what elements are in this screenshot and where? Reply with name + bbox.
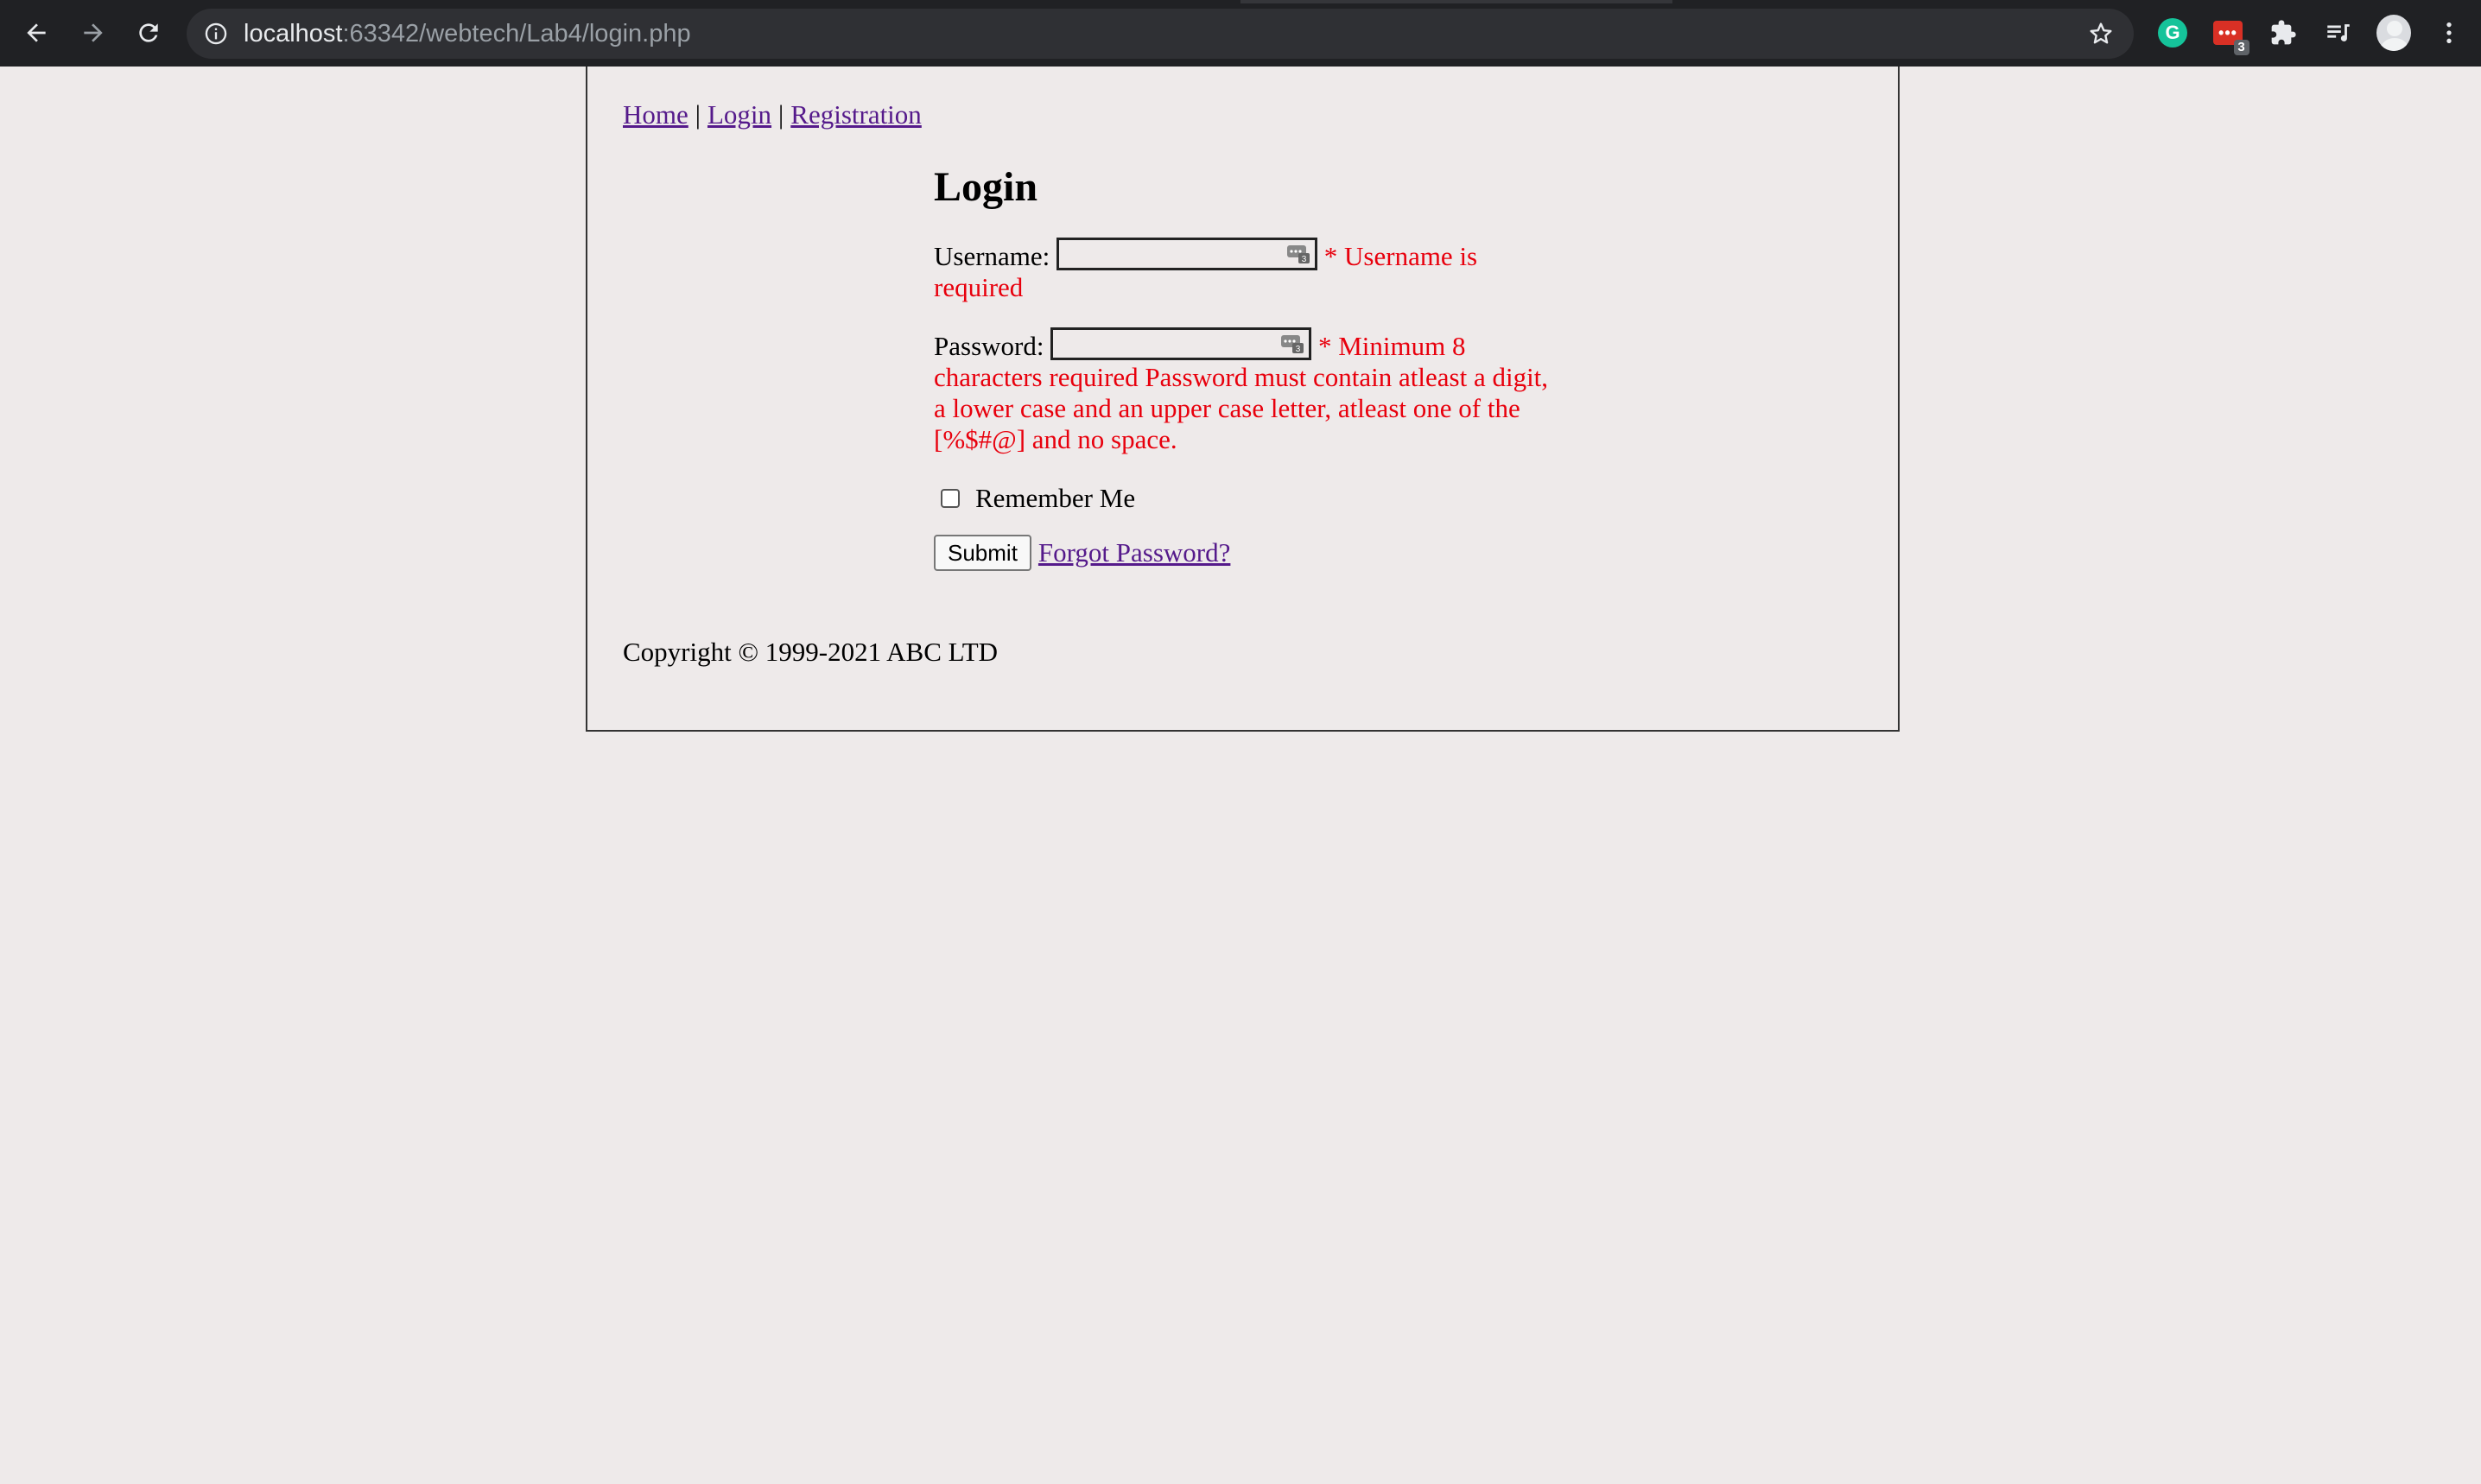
url-path: :63342/webtech/Lab4/login.php (342, 20, 691, 48)
password-field[interactable]: 3 (1050, 327, 1312, 360)
browser-menu-button[interactable] (2432, 16, 2466, 50)
submit-button[interactable]: Submit (934, 535, 1031, 571)
password-manager-field-icon[interactable]: 3 (1286, 242, 1310, 264)
username-row: Username: 3 * Username is required (934, 238, 1556, 303)
bookmark-star-icon[interactable] (2087, 20, 2115, 52)
site-info-icon[interactable] (204, 22, 228, 50)
nav-link-registration[interactable]: Registration (790, 99, 922, 130)
reading-list-button[interactable] (2321, 16, 2356, 50)
grammarly-icon: G (2158, 18, 2187, 48)
kebab-menu-icon (2446, 22, 2452, 43)
remember-me-label[interactable]: Remember Me (975, 483, 1135, 514)
password-ext-label: ••• (2218, 23, 2237, 41)
extensions-button[interactable] (2266, 16, 2300, 50)
password-label: Password: (934, 331, 1044, 361)
puzzle-icon (2271, 20, 2296, 45)
nav-link-home[interactable]: Home (623, 99, 688, 130)
media-queue-icon (2327, 24, 2350, 41)
field-badge-count: 3 (1302, 255, 1307, 264)
grammarly-extension-button[interactable]: G (2155, 16, 2190, 50)
forward-arrow-icon (84, 23, 103, 42)
top-navigation: Home | Login | Registration (623, 99, 922, 130)
page-title: Login (934, 164, 1038, 210)
forward-button[interactable] (78, 17, 109, 48)
nav-link-login[interactable]: Login (707, 99, 771, 130)
url-text: localhost:63342/webtech/Lab4/login.php (244, 9, 691, 59)
actions-row: Submit Forgot Password? (934, 535, 1556, 571)
password-extension-button[interactable]: ••• 3 (2211, 16, 2249, 55)
browser-toolbar: localhost:63342/webtech/Lab4/login.php G… (0, 0, 2481, 67)
address-bar[interactable]: localhost:63342/webtech/Lab4/login.php (187, 9, 2134, 59)
avatar-icon (2376, 15, 2411, 51)
copyright-footer: Copyright © 1999-2021 ABC LTD (623, 637, 999, 667)
login-form: Login Username: 3 * Username is required… (934, 163, 1556, 571)
password-manager-field-icon[interactable]: 3 (1280, 332, 1304, 354)
username-field[interactable]: 3 (1056, 238, 1318, 270)
back-arrow-icon (27, 23, 46, 42)
password-manager-icon: ••• 3 (2213, 21, 2249, 55)
nav-separator: | (778, 99, 784, 130)
remember-me-row: Remember Me (934, 483, 1556, 514)
page-container: Home | Login | Registration Login Username: … (586, 67, 1900, 732)
nav-separator: | (695, 99, 701, 130)
reload-button[interactable] (133, 17, 164, 48)
url-host: localhost (244, 20, 343, 48)
password-row: Password: 3 * Minimum 8 characters requi… (934, 327, 1556, 455)
profile-button[interactable] (2376, 15, 2411, 51)
reload-icon (139, 23, 158, 42)
field-badge-count: 3 (1296, 345, 1301, 354)
forgot-password-link[interactable]: Forgot Password? (1038, 537, 1230, 568)
username-label: Username: (934, 241, 1050, 271)
active-tab-indicator (1240, 0, 1672, 3)
remember-me-checkbox[interactable] (941, 489, 960, 508)
extension-badge-count: 3 (2234, 40, 2249, 55)
back-button[interactable] (21, 17, 52, 48)
